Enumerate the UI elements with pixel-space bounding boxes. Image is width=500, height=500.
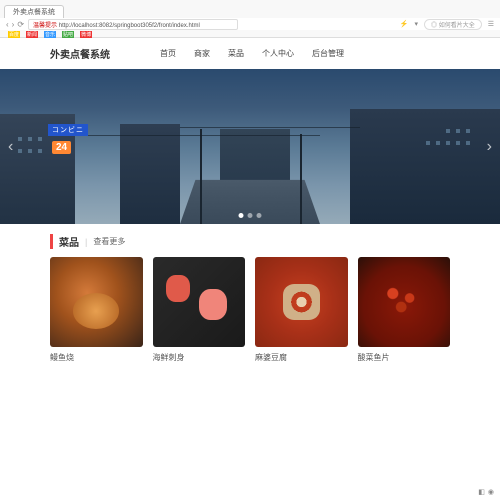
nav-link-profile[interactable]: 个人中心 [262, 48, 294, 59]
section-title: 菜品 [50, 234, 79, 249]
dish-card[interactable]: 麻婆豆腐 [255, 257, 348, 363]
dish-image [255, 257, 348, 347]
nav-link-home[interactable]: 首页 [160, 48, 176, 59]
bookmark-item[interactable]: 新闻 [26, 31, 38, 38]
site-navbar: 外卖点餐系统 首页 商家 菜品 个人中心 后台管理 [0, 38, 500, 69]
url-prefix: 温馨提示 [33, 23, 57, 29]
dish-name: 海鲜刺身 [153, 352, 246, 363]
menu-icon[interactable]: ☰ [488, 20, 494, 28]
address-bar: ‹ › ⟳ 温馨提示 http://localhost:8082/springb… [0, 18, 500, 30]
tab-bar: 外卖点餐系统 [0, 0, 500, 18]
dishes-section: 菜品 | 查看更多 鳗鱼烧 海鲜刺身 麻婆豆腐 [0, 224, 500, 363]
os-tray: ◧ ◉ [478, 488, 494, 496]
browser-tab[interactable]: 外卖点餐系统 [4, 5, 64, 18]
dish-card[interactable]: 鳗鱼烧 [50, 257, 143, 363]
dish-card[interactable]: 海鲜刺身 [153, 257, 246, 363]
bookmark-item[interactable]: 音乐 [44, 31, 56, 38]
tray-icon[interactable]: ◉ [488, 488, 494, 496]
forward-icon[interactable]: › [12, 20, 15, 29]
dropdown-icon[interactable]: ▾ [415, 20, 419, 28]
dish-name: 酸菜鱼片 [358, 352, 451, 363]
bookmark-item[interactable]: 贴吧 [62, 31, 74, 38]
dish-card[interactable]: 酸菜鱼片 [358, 257, 451, 363]
banner-sign-jp: コンビニ [48, 124, 88, 136]
bookmarks-bar: 百度 新闻 音乐 贴吧 微博 [0, 30, 500, 38]
dish-name: 麻婆豆腐 [255, 352, 348, 363]
reload-icon[interactable]: ⟳ [17, 20, 24, 29]
carousel-dot[interactable] [239, 213, 244, 218]
nav-link-merchants[interactable]: 商家 [194, 48, 210, 59]
dish-image [50, 257, 143, 347]
banner-sign-24: 24 [52, 141, 71, 154]
url-text: http://localhost:8082/springboot305f2/fr… [59, 23, 200, 29]
carousel-dots [239, 213, 262, 218]
nav-link-admin[interactable]: 后台管理 [312, 48, 344, 59]
carousel-dot[interactable] [257, 213, 262, 218]
bookmark-item[interactable]: 微博 [80, 31, 92, 38]
nav-link-dishes[interactable]: 菜品 [228, 48, 244, 59]
brand-title[interactable]: 外卖点餐系统 [50, 46, 110, 61]
tray-icon[interactable]: ◧ [478, 488, 485, 496]
bookmark-item[interactable]: 百度 [8, 31, 20, 38]
flash-icon[interactable]: ⚡ [400, 20, 409, 28]
carousel-prev-icon[interactable]: ‹ [8, 138, 13, 156]
browser-search-input[interactable]: ◎ 如何看片大全 [424, 19, 482, 30]
carousel-next-icon[interactable]: › [487, 138, 492, 156]
back-icon[interactable]: ‹ [6, 20, 9, 29]
dish-name: 鳗鱼烧 [50, 352, 143, 363]
url-input[interactable]: 温馨提示 http://localhost:8082/springboot305… [28, 19, 238, 30]
view-more-link[interactable]: 查看更多 [93, 236, 125, 247]
carousel-dot[interactable] [248, 213, 253, 218]
hero-banner: コンビニ 24 ‹ › [0, 69, 500, 224]
dish-image [358, 257, 451, 347]
browser-chrome: 外卖点餐系统 ‹ › ⟳ 温馨提示 http://localhost:8082/… [0, 0, 500, 38]
dish-image [153, 257, 246, 347]
